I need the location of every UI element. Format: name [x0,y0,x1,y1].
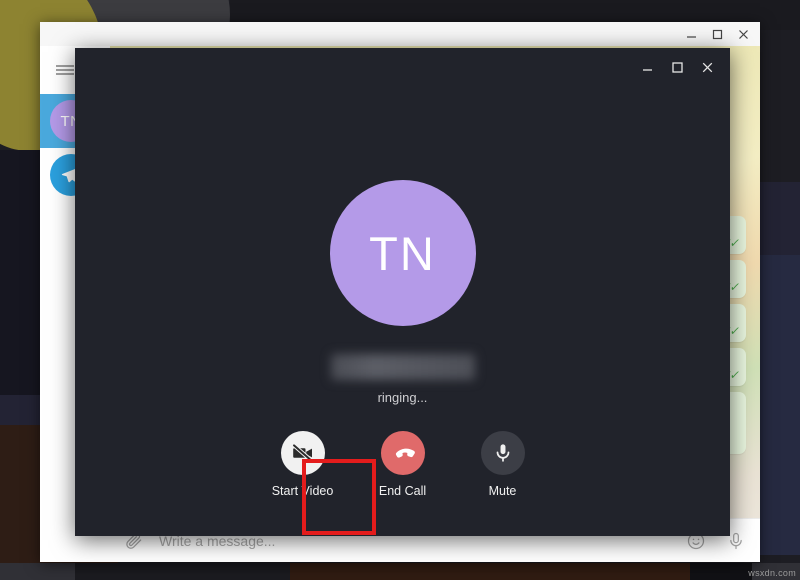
desktop-taskbar-segment-brown [290,563,690,580]
call-status-text: ringing... [377,390,428,405]
video-off-icon [280,431,325,475]
desktop-taskbar-segment-dark [75,563,290,580]
maximize-icon[interactable] [662,54,692,80]
end-call-label: End Call [378,484,427,498]
close-icon[interactable] [730,23,756,45]
hamburger-bar [56,73,74,75]
mute-label: Mute [488,484,517,498]
end-call-button[interactable]: End Call [365,431,441,498]
telegram-titlebar [40,22,760,46]
call-controls: Start Video End Call Mute [75,431,730,498]
hamburger-bar [56,65,74,67]
close-icon[interactable] [692,54,722,80]
hamburger-bar [56,69,74,71]
avatar: TN [329,180,476,326]
start-video-button[interactable]: Start Video [265,431,341,498]
call-body: TN ringing... Start Video End Call Mute [75,86,730,536]
minimize-icon[interactable] [632,54,662,80]
watermark: wsxdn.com [748,568,796,578]
mute-button[interactable]: Mute [465,431,541,498]
call-window-titlebar [75,48,730,86]
microphone-icon [480,431,525,475]
minimize-icon[interactable] [678,23,704,45]
call-window: TN ringing... Start Video End Call Mute [75,48,730,536]
desktop-taskbar-segment-black [690,563,752,580]
start-video-label: Start Video [271,484,334,498]
contact-name-redacted [330,354,475,380]
phone-hangup-icon [380,431,425,475]
maximize-icon[interactable] [704,23,730,45]
